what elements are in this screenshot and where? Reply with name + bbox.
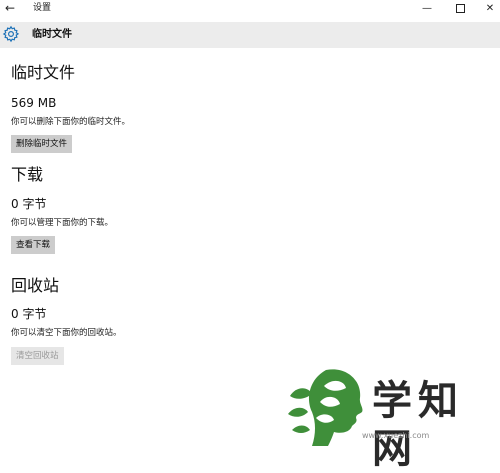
close-icon[interactable]: ✕ bbox=[475, 0, 500, 18]
temp-size: 569 MB bbox=[11, 96, 57, 110]
downloads-size: 0 字节 bbox=[11, 197, 47, 211]
maximize-icon[interactable] bbox=[445, 0, 475, 18]
recycle-size: 0 字节 bbox=[11, 307, 47, 321]
temp-description: 你可以删除下面你的临时文件。 bbox=[11, 117, 131, 127]
title-bar: ← 设置 — ✕ bbox=[0, 0, 500, 18]
view-downloads-button[interactable]: 查看下载 bbox=[11, 236, 56, 254]
window-title: 设置 bbox=[33, 3, 52, 13]
section-title-temp: 临时文件 bbox=[11, 63, 76, 82]
watermark-brand-text: 学知网 bbox=[372, 378, 464, 472]
section-title-downloads: 下载 bbox=[11, 165, 44, 184]
recycle-description: 你可以清空下面你的回收站。 bbox=[11, 328, 122, 338]
empty-recycle-bin-button[interactable]: 清空回收站 bbox=[11, 347, 64, 365]
back-arrow-icon[interactable]: ← bbox=[5, 1, 15, 15]
header-title: 临时文件 bbox=[32, 29, 72, 40]
downloads-description: 你可以管理下面你的下载。 bbox=[11, 218, 114, 228]
gear-icon bbox=[2, 25, 20, 43]
minimize-icon[interactable]: — bbox=[412, 0, 442, 18]
delete-temp-files-button[interactable]: 删除临时文件 bbox=[11, 135, 73, 153]
section-title-recycle: 回收站 bbox=[11, 276, 60, 295]
watermark-url-text: www.xuezhi.com bbox=[362, 431, 430, 440]
page-header: 临时文件 bbox=[0, 22, 500, 48]
